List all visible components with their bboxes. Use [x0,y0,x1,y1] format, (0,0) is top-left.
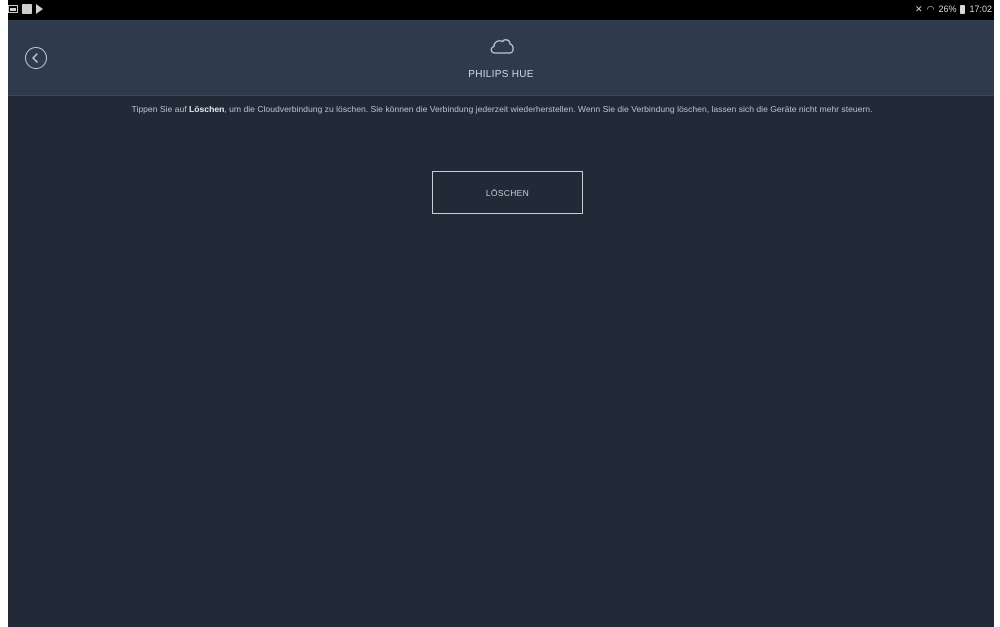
wifi-icon: ◠ [926,4,935,14]
app-icon [22,4,32,14]
play-icon [36,4,43,14]
header-divider [8,95,994,96]
clock: 17:02 [969,4,992,14]
instruction-text-start: Tippen Sie auf [131,104,190,114]
instruction-text-end: , um die Cloudverbindung zu löschen. Sie… [224,104,873,114]
status-right-icons: ✕ ◠ 26% 17:02 [915,4,992,15]
cloud-icon [490,39,514,54]
battery-icon [960,5,966,14]
battery-percent: 26% [938,4,957,14]
header-bar: PHILIPS HUE [8,20,994,95]
gallery-icon [8,5,18,13]
back-button[interactable] [25,47,47,69]
page-title: PHILIPS HUE [468,69,534,80]
instruction-text: Tippen Sie auf Löschen, um die Cloudverb… [30,103,974,115]
back-arrow-icon [32,53,38,63]
status-left-icons [8,4,43,14]
instruction-text-bold: Löschen [189,104,225,114]
mute-icon: ✕ [915,4,923,14]
delete-button[interactable]: LÖSCHEN [432,171,583,214]
status-bar: ✕ ◠ 26% 17:02 [8,0,994,20]
app-screen: ✕ ◠ 26% 17:02 PHILIPS HUE Tippen Sie auf… [8,0,994,627]
